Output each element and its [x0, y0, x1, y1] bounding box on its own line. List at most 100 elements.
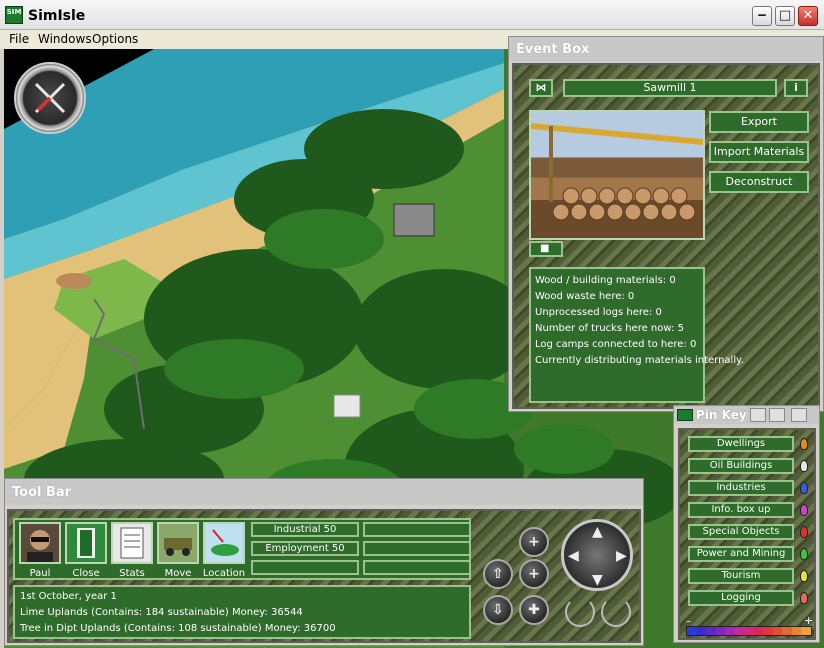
menu-file[interactable]: File — [9, 32, 29, 46]
color-scale-swatch — [753, 627, 764, 635]
menu-options[interactable]: Options — [92, 32, 138, 46]
zoom-in-button[interactable]: + — [519, 527, 549, 557]
arrow-up-icon[interactable]: ▲ — [592, 524, 603, 540]
tool-panel: Paul Close Stats Move Location Industria… — [13, 518, 471, 580]
pin-key-titlebar[interactable]: Pin Key — [674, 406, 819, 424]
plus-icon: + — [528, 566, 540, 582]
info-line: Log camps connected to here: 0 — [535, 339, 697, 350]
empty-stat — [363, 560, 471, 575]
import-materials-button[interactable]: Import Materials — [709, 141, 809, 163]
pin-marker-icon — [800, 460, 808, 472]
pin-marker-icon — [800, 526, 808, 538]
close-button[interactable]: ✕ — [798, 6, 818, 26]
info-line: Wood / building materials: 0 — [535, 275, 676, 286]
export-button[interactable]: Export — [709, 111, 809, 133]
pin-key-item[interactable]: Power and Mining — [688, 546, 794, 562]
pin-marker-icon — [800, 438, 808, 450]
pin-key-title: Pin Key — [696, 408, 747, 422]
pin-key-item[interactable]: Oil Buildings — [688, 458, 794, 474]
color-scale-swatch — [772, 627, 783, 635]
pin-key-window: Pin Key – + Dwellings Oil Buildings Indust… — [673, 405, 820, 643]
tool-bar-title: Tool Bar — [12, 485, 72, 500]
maximize-button[interactable]: □ — [775, 6, 795, 26]
zoom-medium-button[interactable]: + — [519, 559, 549, 589]
message-panel: 1st October, year 1 Lime Uplands (Contai… — [13, 585, 471, 639]
color-scale-swatch — [791, 627, 802, 635]
move-tool-button[interactable] — [157, 522, 199, 564]
color-scale-swatch — [801, 627, 811, 635]
stats-tool-button[interactable] — [111, 522, 153, 564]
empty-stat — [363, 522, 471, 537]
deconstruct-button[interactable]: Deconstruct — [709, 171, 809, 193]
color-scale-swatch — [734, 627, 745, 635]
maximize-icon: □ — [778, 8, 792, 23]
plus-icon: + — [528, 534, 540, 550]
close-icon: ✕ — [802, 8, 814, 23]
pin-marker-icon — [800, 548, 808, 560]
date-message: 1st October, year 1 — [20, 591, 117, 602]
industrial-stat: Industrial 50 — [251, 522, 359, 537]
app-icon: SIM — [5, 6, 23, 24]
jeep-icon — [164, 538, 192, 556]
app-title: SimIsle — [28, 8, 86, 24]
pin-marker-icon — [800, 592, 808, 604]
arrow-up-icon: ⇧ — [492, 566, 504, 582]
advisor-paul-button[interactable] — [19, 522, 61, 564]
event-box-title: Event Box — [516, 42, 590, 57]
pin-key-close-button[interactable] — [791, 408, 807, 422]
compass[interactable] — [14, 62, 86, 134]
color-scale-swatch — [744, 627, 754, 635]
info-line: Wood waste here: 0 — [535, 291, 635, 302]
info-line: Number of trucks here now: 5 — [535, 323, 684, 334]
window-titlebar: SIM SimIsle ‒ □ ✕ — [0, 0, 824, 30]
empty-stat — [363, 541, 471, 556]
pin-key-item[interactable]: Logging — [688, 590, 794, 606]
zoom-out-button[interactable]: ✚ — [519, 595, 549, 625]
pin-key-maximize-button[interactable] — [769, 408, 785, 422]
pin-key-item[interactable]: Tourism — [688, 568, 794, 584]
location-tool-button[interactable] — [203, 522, 245, 564]
pin-marker-icon — [800, 482, 808, 494]
lower-button[interactable]: ⇩ — [483, 595, 513, 625]
rotate-left-button[interactable] — [565, 597, 595, 627]
color-scale-swatch — [725, 627, 735, 635]
arrow-right-icon[interactable]: ▶ — [616, 548, 627, 564]
door-icon — [77, 528, 95, 558]
pin-key-item[interactable]: Info. box up — [688, 502, 794, 518]
scroll-dpad[interactable]: ▲ ▼ ◀ ▶ — [561, 519, 633, 591]
pin-key-minimize-button[interactable] — [750, 408, 766, 422]
color-scale-swatch — [782, 627, 792, 635]
color-scale-swatch — [715, 627, 726, 635]
tool-label-move: Move — [164, 568, 192, 579]
raise-button[interactable]: ⇧ — [483, 559, 513, 589]
pin-key-body: – + Dwellings Oil Buildings Industries Info… — [678, 428, 816, 640]
tool-label-paul: Paul — [29, 568, 51, 579]
info-line: Currently distributing materials interna… — [535, 355, 744, 366]
info-button[interactable]: i — [784, 79, 808, 97]
event-box-window: Event Box ⋈ Sawmill 1 i ■ Export Import … — [508, 36, 824, 412]
bowtie-icon: ⋈ — [535, 81, 547, 94]
pin-key-item[interactable]: Dwellings — [688, 436, 794, 452]
event-box-titlebar[interactable]: Event Box — [509, 37, 823, 61]
employment-stat: Employment 50 — [251, 541, 359, 556]
rotate-right-button[interactable] — [601, 597, 631, 627]
camera-button[interactable]: ■ — [529, 241, 563, 257]
plus-icon: ✚ — [528, 602, 540, 618]
stats-sheet-icon — [120, 527, 144, 559]
color-scale — [686, 626, 812, 636]
tool-bar-titlebar[interactable]: Tool Bar — [5, 479, 643, 505]
minimize-button[interactable]: ‒ — [752, 6, 772, 26]
menu-windows[interactable]: Windows — [38, 32, 92, 46]
arrow-down-icon[interactable]: ▼ — [592, 572, 603, 588]
status-message: Lime Uplands (Contains: 184 sustainable)… — [20, 607, 303, 618]
tool-bar-body: Paul Close Stats Move Location Industria… — [7, 509, 641, 643]
close-tool-button[interactable] — [65, 522, 107, 564]
pin-key-item[interactable]: Special Objects — [688, 524, 794, 540]
app-icon — [677, 409, 693, 421]
pin-key-item[interactable]: Industries — [688, 480, 794, 496]
building-info-panel: Wood / building materials: 0 Wood waste … — [529, 267, 744, 403]
tool-bar-window: Tool Bar Paul Close Stats Move Location … — [4, 478, 644, 646]
event-box-goto-button[interactable]: ⋈ — [529, 79, 553, 97]
minimize-icon: ‒ — [757, 8, 767, 23]
arrow-left-icon[interactable]: ◀ — [568, 548, 579, 564]
